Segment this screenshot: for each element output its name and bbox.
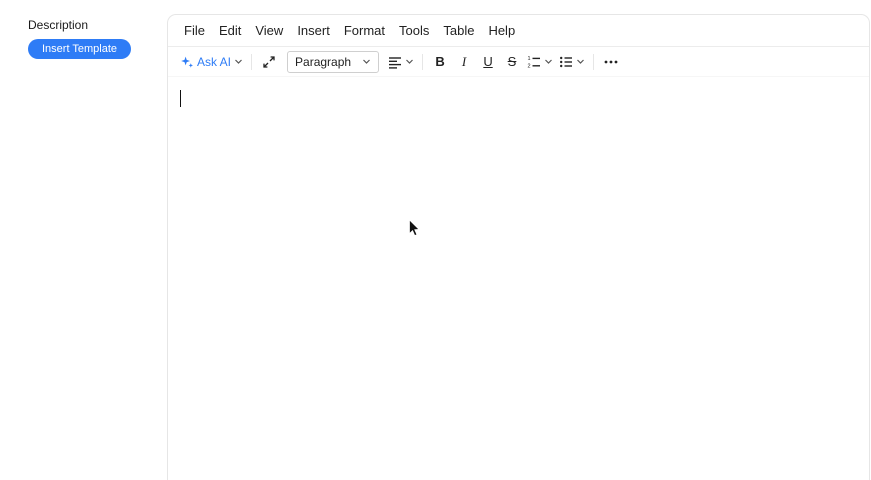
bold-label: B [435,54,445,69]
menu-edit[interactable]: Edit [212,20,248,41]
bullet-list-button[interactable] [556,50,588,74]
svg-text:1: 1 [528,56,531,62]
fullscreen-icon [262,55,276,69]
strikethrough-label: S [507,54,517,69]
ask-ai-button[interactable]: Ask AI [177,50,246,74]
align-button[interactable] [385,50,417,74]
toolbar-separator [593,53,595,70]
insert-template-button[interactable]: Insert Template [28,39,132,59]
bullet-list-icon [559,55,573,69]
menu-view[interactable]: View [248,20,290,41]
paragraph-format-select[interactable]: Paragraph [287,50,380,73]
menu-help[interactable]: Help [481,20,522,41]
menu-format[interactable]: Format [337,20,392,41]
ordered-list-button[interactable]: 1 2 [524,50,556,74]
editor-content-area[interactable] [168,77,869,480]
italic-button[interactable]: I [452,50,476,74]
ellipsis-icon [603,55,619,69]
editor-menubar: File Edit View Insert Format Tools Table… [168,15,869,47]
underline-label: U [483,54,493,69]
menu-table[interactable]: Table [436,20,481,41]
ask-ai-label: Ask AI [197,54,232,69]
underline-button[interactable]: U [476,50,500,74]
bold-button[interactable]: B [428,50,452,74]
editor-toolbar: Ask AI Paragraph B I U S 1 2 [168,47,869,77]
more-options-button[interactable] [599,50,623,74]
page: Description Insert Template File Edit Vi… [0,0,871,480]
paragraph-format-value: Paragraph [295,54,352,69]
menu-insert[interactable]: Insert [290,20,337,41]
chevron-down-icon [544,57,553,66]
chevron-down-icon [234,57,243,66]
chevron-down-icon [405,57,414,66]
svg-text:2: 2 [528,63,531,68]
chevron-down-icon [576,57,585,66]
description-label: Description [28,18,89,32]
menu-tools[interactable]: Tools [392,20,436,41]
fullscreen-button[interactable] [257,50,281,74]
toolbar-separator [422,53,424,70]
toolbar-separator [251,53,253,70]
strikethrough-button[interactable]: S [500,50,524,74]
ordered-list-icon: 1 2 [527,55,541,69]
italic-label: I [461,53,467,69]
menu-file[interactable]: File [177,20,212,41]
sparkle-icon [180,55,194,69]
align-left-icon [388,55,402,69]
text-caret [180,90,181,107]
rich-text-editor: File Edit View Insert Format Tools Table… [167,14,870,480]
description-section: Description Insert Template [28,18,132,59]
chevron-down-icon [362,57,371,66]
